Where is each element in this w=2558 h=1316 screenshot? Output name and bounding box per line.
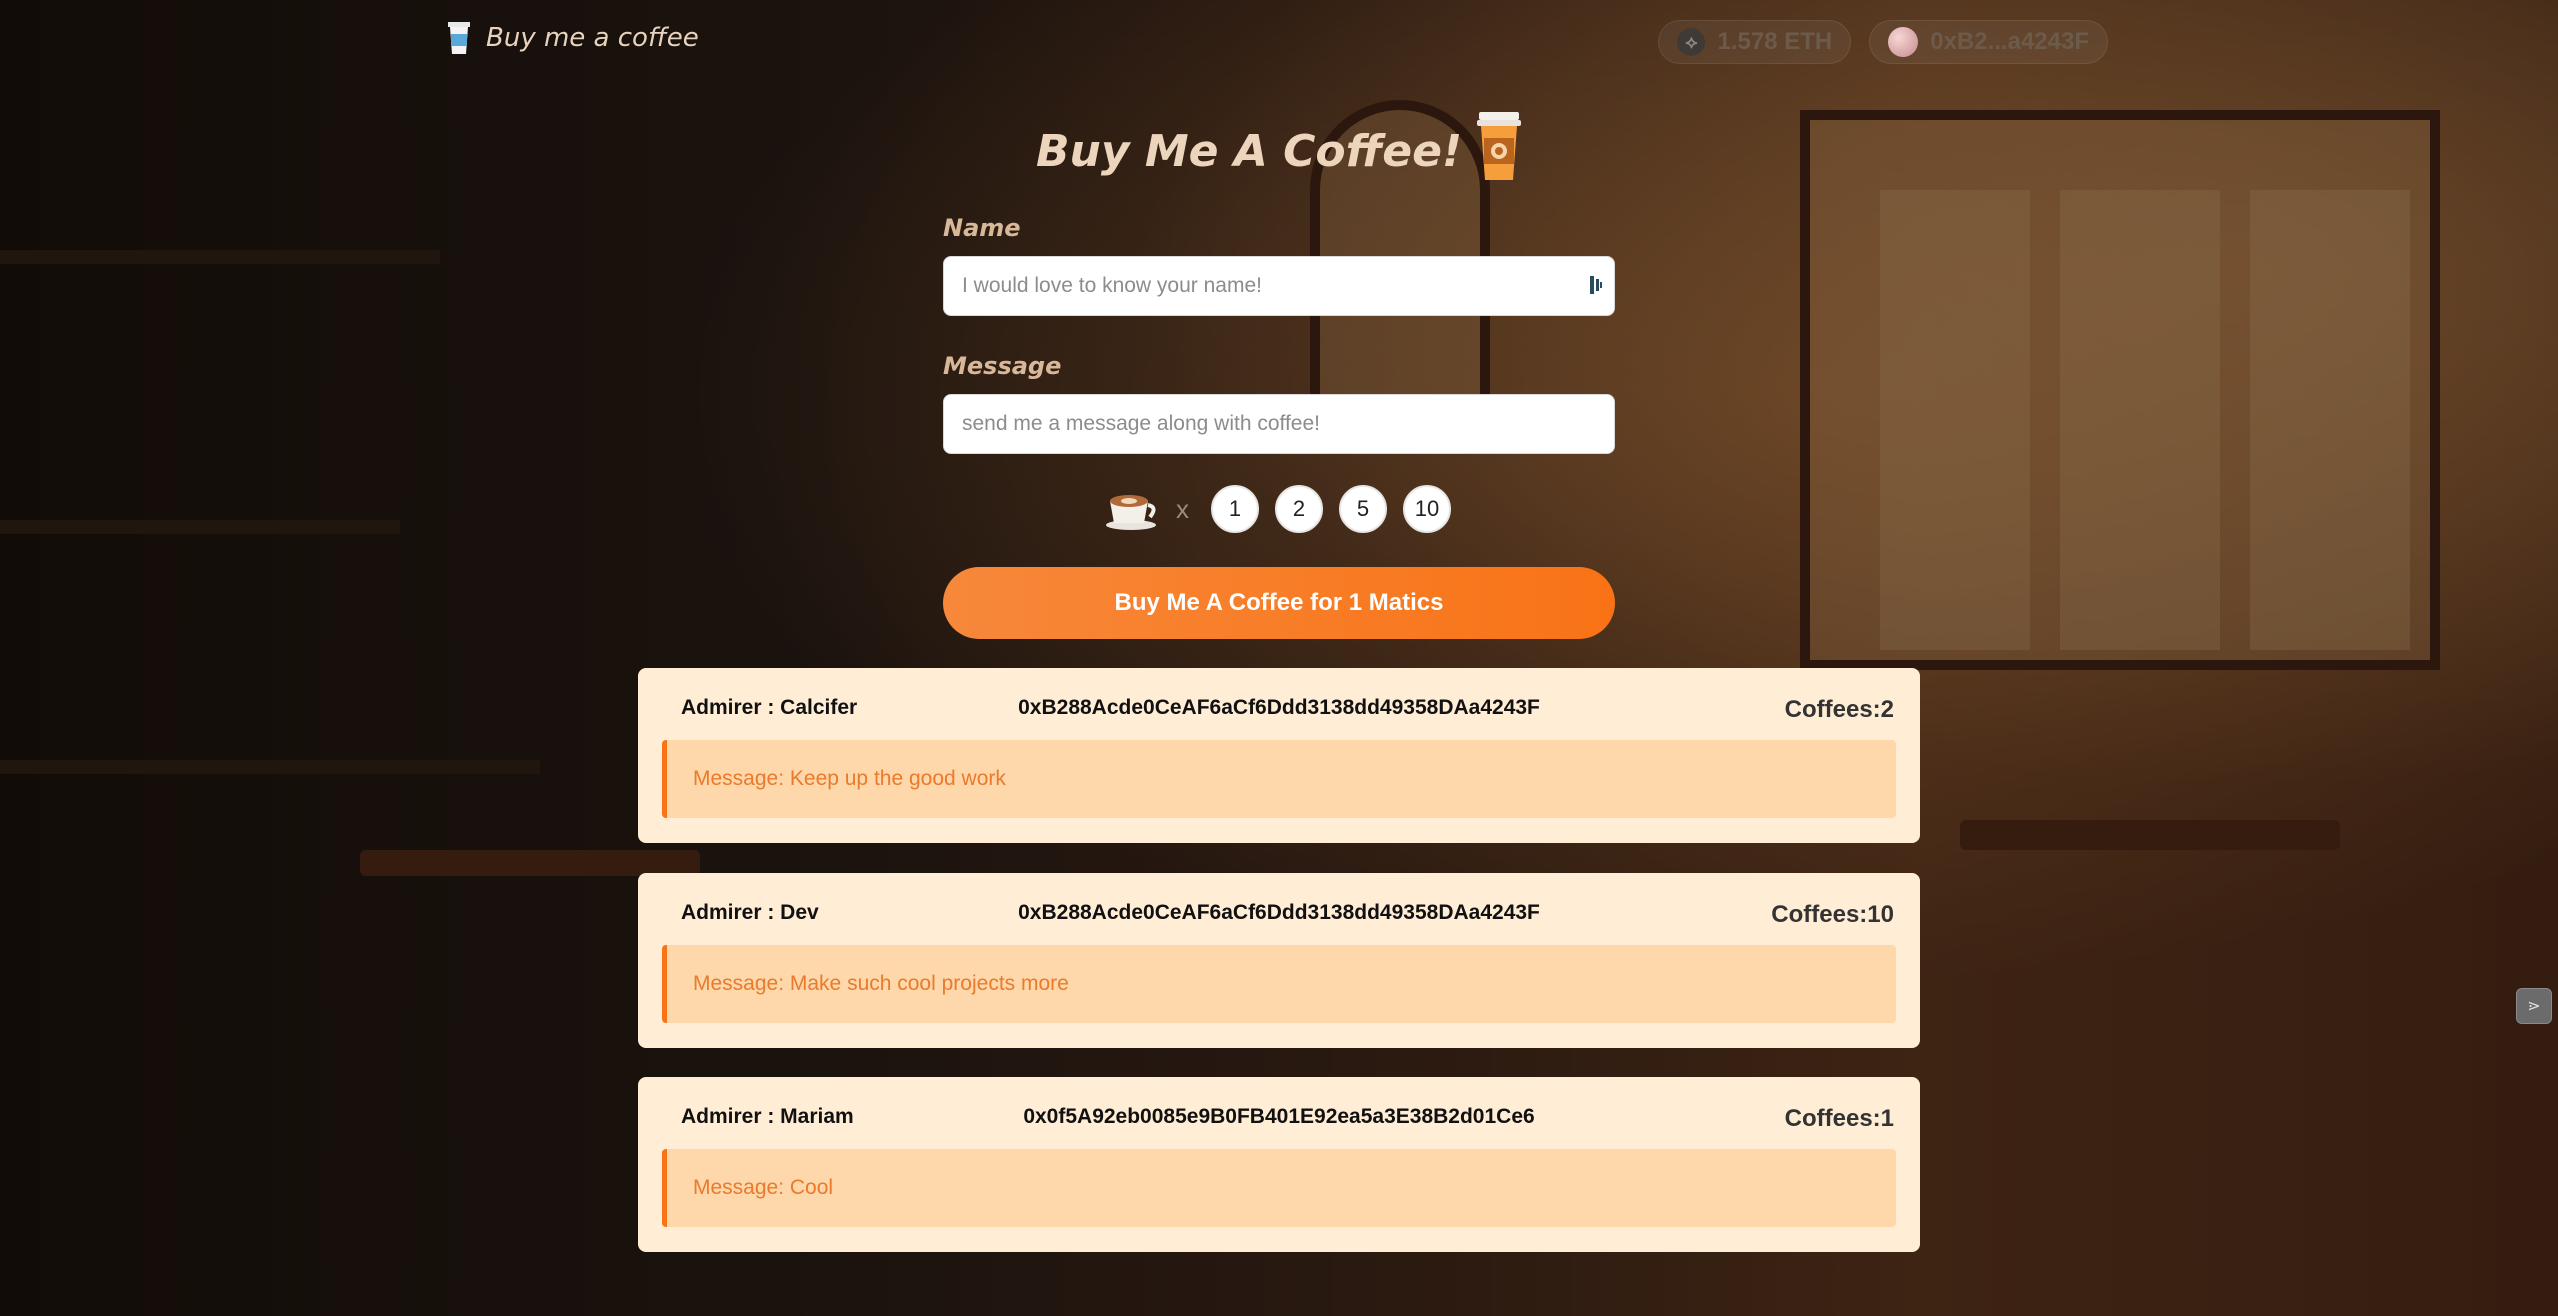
memo-admirer: Admirer : Dev: [681, 901, 819, 924]
top-bar: Buy me a coffee ⟡ 1.578 ETH 0xB2...a4243…: [0, 0, 2558, 84]
quantity-button-2[interactable]: 2: [1275, 485, 1323, 533]
page-header: Buy Me A Coffee!: [0, 112, 2558, 182]
page-title: Buy Me A Coffee!: [1035, 125, 1463, 177]
name-label: Name: [943, 214, 1021, 242]
avatar: [1888, 27, 1919, 57]
extension-toggle-icon[interactable]: ⋗: [2516, 988, 2552, 1024]
memo-card: 0x0f5A92eb0085e9B0FB401E92ea5a3E38B2d01C…: [638, 1077, 1920, 1252]
multiply-symbol: x: [1176, 493, 1189, 524]
network-icon: ⟡: [1677, 28, 1706, 56]
quantity-button-1[interactable]: 1: [1211, 485, 1259, 533]
network-balance-button[interactable]: ⟡ 1.578 ETH: [1658, 20, 1852, 64]
memo-message: Message: Cool: [662, 1149, 1896, 1227]
quantity-button-5[interactable]: 5: [1339, 485, 1387, 533]
memo-card: 0xB288Acde0CeAF6aCf6Ddd3138dd49358DAa424…: [638, 668, 1920, 843]
message-label: Message: [943, 352, 1062, 380]
buy-coffee-button[interactable]: Buy Me A Coffee for 1 Matics: [943, 567, 1615, 639]
coffee-cup-icon: [448, 22, 470, 54]
memo-message: Message: Make such cool projects more: [662, 945, 1896, 1023]
brand-label: Buy me a coffee: [486, 23, 699, 53]
latte-cup-icon: [1106, 495, 1156, 530]
brand[interactable]: Buy me a coffee: [446, 20, 699, 56]
memo-message: Message: Keep up the good work: [662, 740, 1896, 818]
password-manager-icon[interactable]: [1588, 274, 1604, 296]
memo-admirer: Admirer : Mariam: [681, 1105, 854, 1128]
memo-address: 0xB288Acde0CeAF6aCf6Ddd3138dd49358DAa424…: [1018, 901, 1540, 924]
memo-coffee-count: Coffees:10: [1771, 901, 1894, 928]
message-input[interactable]: [943, 394, 1615, 454]
takeaway-coffee-icon: [1477, 112, 1522, 180]
account-address: 0xB2...a4243F: [1930, 28, 2089, 55]
wallet-info: ⟡ 1.578 ETH 0xB2...a4243F: [1658, 20, 2108, 64]
quantity-button-10[interactable]: 10: [1403, 485, 1451, 533]
account-button[interactable]: 0xB2...a4243F: [1869, 20, 2108, 64]
memo-coffee-count: Coffees:2: [1784, 696, 1894, 723]
quantity-selector: x 1 2 5 10: [1104, 485, 1451, 533]
memo-card: 0xB288Acde0CeAF6aCf6Ddd3138dd49358DAa424…: [638, 873, 1920, 1048]
balance-text: 1.578 ETH: [1717, 28, 1833, 55]
name-input[interactable]: [943, 256, 1615, 316]
memo-admirer: Admirer : Calcifer: [681, 696, 858, 719]
memo-coffee-count: Coffees:1: [1784, 1105, 1894, 1132]
